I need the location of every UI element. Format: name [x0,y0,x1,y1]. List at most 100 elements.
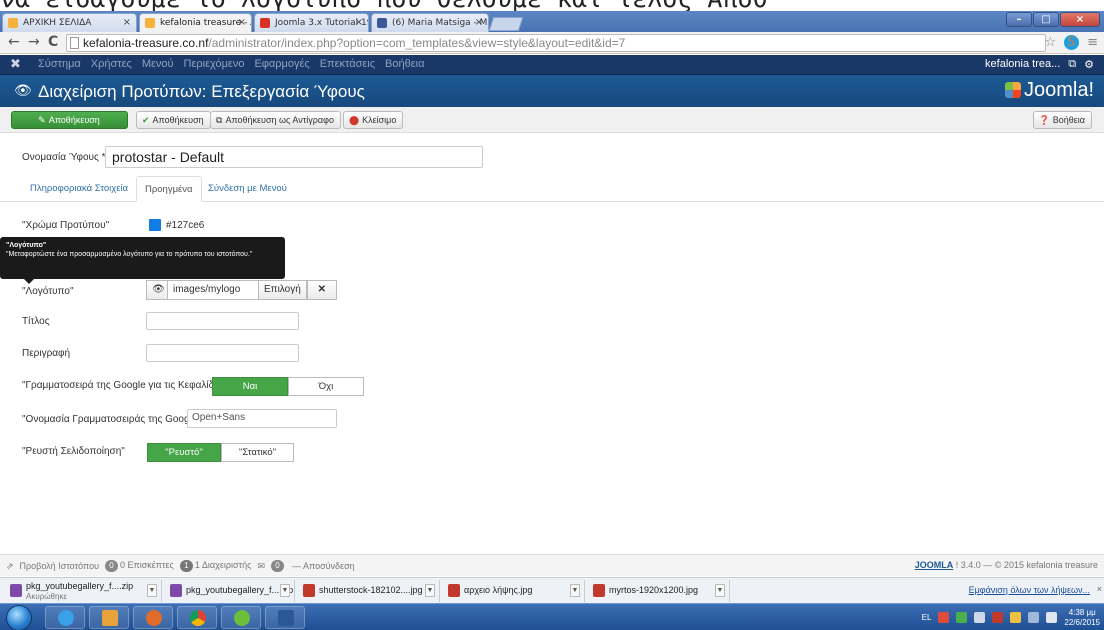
color-swatch[interactable] [149,219,161,231]
close-shelf-icon[interactable]: × [1097,584,1102,594]
menu-item-menus[interactable]: Μενού [142,58,174,70]
minimize-button[interactable]: – [1006,12,1032,27]
forward-button[interactable]: → [28,34,40,51]
download-menu-caret[interactable]: ▼ [715,584,725,597]
menu-item-system[interactable]: Σύστημα [38,58,81,70]
window-close-button[interactable]: × [1060,12,1100,27]
save-close-button[interactable]: ✔ Αποθήκευση [136,111,211,129]
window-controls: – □ × [1006,12,1100,27]
save-as-copy-label: Αποθήκευση ως Αντίγραφο [225,115,334,125]
show-all-downloads-link[interactable]: Εμφάνιση όλων των λήψεων... [969,585,1090,595]
external-link-icon[interactable]: ⧉ [1068,58,1076,71]
taskbar-utorrent[interactable] [221,606,261,629]
tray-app-icon[interactable] [956,612,968,623]
browser-tab-youtube[interactable]: Joomla 3.x Tutorial 19 - A × [254,13,369,32]
logo-clear-icon[interactable]: ✕ [306,280,337,300]
menu-item-components[interactable]: Εφαρμογές [254,58,309,70]
description-label: Περιγραφή [22,348,71,359]
google-font-yes-button[interactable]: Ναι [212,377,288,396]
reload-button[interactable]: C [48,34,58,51]
browser-menu-icon[interactable]: ≡ [1087,35,1098,50]
save-button[interactable]: ✎ Αποθήκευση [11,111,128,129]
status-left: ⇗ Προβολή Ιστοτόπου 00 Επισκέπτες 11 Δια… [6,560,355,572]
clock-date: 22/6/2015 [1064,617,1100,627]
logo-tooltip: "Λογότυπο" "Μεταφορτώστε ένα προσαρμοσμέ… [0,237,285,279]
fluid-button[interactable]: "Ρευστό" [147,443,221,462]
preview-eye-icon[interactable]: 👁 [146,280,168,300]
taskbar-media[interactable] [133,606,173,629]
logout-link[interactable]: — Αποσύνδεση [292,561,355,571]
check-icon: ✔ [142,115,150,125]
download-name: pkg_youtubegallery_f....zip [186,585,294,595]
browser-tab-admin[interactable]: kefalonia treasure - Διαχε × [139,13,252,32]
download-item[interactable]: myrtos-1920x1200.jpg ▼ [587,580,730,602]
google-font-name-input[interactable]: Open+Sans [187,409,337,428]
joomla-logo-icon[interactable]: ✖ [10,57,21,72]
download-item[interactable]: pkg_youtubegallery_f....zip Ακυρώθηκε ▼ [4,580,162,602]
download-item[interactable]: pkg_youtubegallery_f....zip ▼ [164,580,295,602]
browser-tab-home[interactable]: ΑΡΧΙΚΗ ΣΕΛΙΔΑ × [2,13,137,32]
download-menu-caret[interactable]: ▼ [425,584,435,597]
save-as-copy-button[interactable]: ⧉ Αποθήκευση ως Αντίγραφο [210,111,341,129]
tray-app-icon[interactable] [938,612,950,623]
joomla-link[interactable]: JOOMLA [915,560,954,570]
maximize-button[interactable]: □ [1033,12,1059,27]
internet-explorer-icon [58,610,74,626]
title-input[interactable] [146,312,299,330]
skype-icon[interactable]: S [1064,35,1080,50]
download-menu-caret[interactable]: ▼ [280,584,290,597]
help-button[interactable]: ❓ Βοήθεια [1032,111,1092,129]
tab-close-icon[interactable]: × [355,14,363,32]
download-menu-caret[interactable]: ▼ [570,584,580,597]
tab-details[interactable]: Πληροφοριακά Στοιχεία [22,176,136,202]
bookmark-star-icon[interactable]: ☆ [1044,35,1056,50]
new-tab-button[interactable] [488,17,524,31]
browser-tab-facebook[interactable]: (6) Maria Matsiga - Μηνύ × [371,13,489,32]
taskbar-clock[interactable]: 4:38 μμ 22/6/2015 [1064,608,1100,628]
close-button[interactable]: ⬤ Κλείσιμο [343,111,404,129]
menu-item-extensions[interactable]: Επεκτάσεις [320,58,375,70]
download-name: αρχειο λήψης.jpg [464,585,533,595]
page-icon [70,37,79,49]
download-item[interactable]: shutterstock-182102....jpg ▼ [297,580,440,602]
eye-icon: 👁 [14,83,32,99]
volume-icon[interactable] [1046,612,1058,623]
tray-app-icon[interactable] [974,612,986,623]
menu-item-content[interactable]: Περιεχόμενο [184,58,245,70]
version-text: ! 3.4.0 — © 2015 kefalonia treasure [955,560,1098,570]
logo-path-input[interactable]: images/mylogo [168,280,258,300]
tab-advanced[interactable]: Προηγμένα [136,176,202,202]
static-button[interactable]: "Στατικό" [221,443,294,462]
url-input[interactable]: kefalonia-treasure.co.nf/administrator/i… [66,34,1046,52]
site-link[interactable]: kefalonia trea... [985,58,1060,71]
tab-close-icon[interactable]: × [238,14,246,32]
user-gear-icon[interactable]: ⚙ [1084,58,1094,71]
title-label: Τίτλος [22,316,50,327]
tray-app-icon[interactable] [992,612,1004,623]
back-button[interactable]: ← [8,34,20,51]
menu-item-help[interactable]: Βοήθεια [385,58,424,70]
menu-item-users[interactable]: Χρήστες [91,58,132,70]
taskbar-explorer[interactable] [89,606,129,629]
download-menu-caret[interactable]: ▼ [147,584,157,597]
logo-select-button[interactable]: Επιλογή [258,280,307,300]
taskbar-chrome[interactable] [177,606,217,629]
joomla-brand-text: Joomla! [1023,79,1094,101]
tab-menu-assignment[interactable]: Σύνδεση με Μενού [200,176,295,202]
taskbar-word[interactable] [265,606,305,629]
description-input[interactable] [146,344,299,362]
flag-icon[interactable] [1010,612,1022,623]
taskbar-ie[interactable] [45,606,85,629]
style-name-input[interactable]: protostar - Default [105,146,483,168]
download-status: Ακυρώθηκε [26,592,67,601]
view-site-link[interactable]: Προβολή Ιστοτόπου [20,561,99,571]
archive-file-icon [170,584,182,597]
start-button[interactable] [6,605,32,630]
tab-close-icon[interactable]: × [123,14,131,32]
google-font-no-button[interactable]: Όχι [288,377,364,396]
tab-close-icon[interactable]: × [475,14,483,32]
network-icon[interactable] [1028,612,1040,623]
download-item[interactable]: αρχειο λήψης.jpg ▼ [442,580,585,602]
google-font-toggle: Ναι Όχι [212,377,364,396]
language-indicator[interactable]: EL [922,613,932,622]
